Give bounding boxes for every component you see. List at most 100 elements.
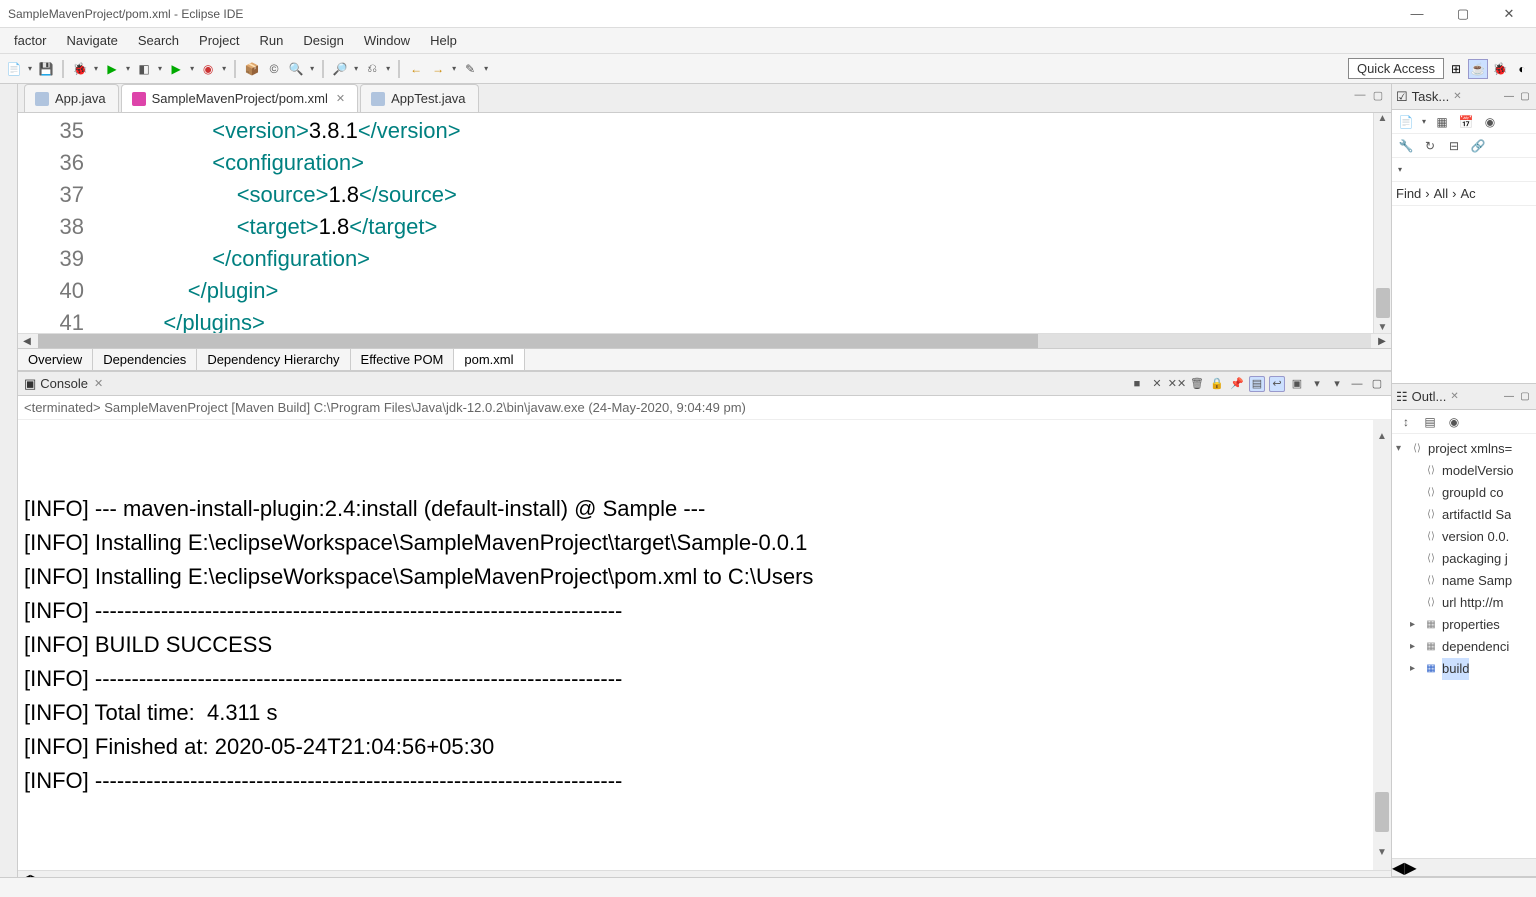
- new-console-icon[interactable]: ▾: [1329, 376, 1345, 392]
- tree-row[interactable]: ⟨⟩url http://m: [1396, 592, 1532, 614]
- minimize-view-icon[interactable]: —: [1502, 90, 1516, 104]
- minimize-button[interactable]: —: [1394, 0, 1440, 28]
- last-edit-icon[interactable]: ✎: [460, 59, 480, 79]
- new-task-icon[interactable]: 📄: [1396, 112, 1416, 132]
- scroll-left-arrow[interactable]: ◀: [1392, 858, 1404, 878]
- editor-horizontal-scrollbar[interactable]: ◀ ▶: [18, 333, 1391, 348]
- scroll-left-arrow[interactable]: ◀: [18, 870, 30, 878]
- menu-refactor[interactable]: factor: [4, 30, 57, 51]
- save-icon[interactable]: 💾: [36, 59, 56, 79]
- scroll-thumb[interactable]: [1375, 792, 1389, 832]
- toggle-icon[interactable]: ⎌: [362, 59, 382, 79]
- scroll-up-arrow[interactable]: ▲: [1377, 420, 1387, 454]
- search-icon[interactable]: 🔎: [330, 59, 350, 79]
- maximize-view-icon[interactable]: ▢: [1369, 376, 1385, 392]
- tree-row-project[interactable]: ▾⟨⟩project xmlns=: [1396, 438, 1532, 460]
- tree-row[interactable]: ⟨⟩groupId co: [1396, 482, 1532, 504]
- tab-pom-xml[interactable]: SampleMavenProject/pom.xml ✕: [121, 84, 359, 112]
- debug-perspective-icon[interactable]: 🐞: [1490, 59, 1510, 79]
- run-last-icon[interactable]: ▶: [166, 59, 186, 79]
- dropdown-arrow[interactable]: ▾: [124, 64, 132, 73]
- display-selected-icon[interactable]: ▾: [1309, 376, 1325, 392]
- maximize-view-icon[interactable]: ▢: [1518, 90, 1532, 104]
- menu-design[interactable]: Design: [293, 30, 353, 51]
- tab-apptest-java[interactable]: AppTest.java: [360, 84, 478, 112]
- open-type-icon[interactable]: 🔍: [286, 59, 306, 79]
- dropdown-arrow[interactable]: ▾: [308, 64, 316, 73]
- find-filter[interactable]: Find: [1396, 186, 1421, 201]
- link-icon[interactable]: 🔗: [1468, 136, 1488, 156]
- all-filter[interactable]: All: [1434, 186, 1448, 201]
- code-body[interactable]: <version>3.8.1</version> <configuration>…: [90, 113, 1373, 333]
- remove-launch-icon[interactable]: ✕: [1149, 376, 1165, 392]
- menu-navigate[interactable]: Navigate: [57, 30, 128, 51]
- scroll-up-arrow[interactable]: ▲: [1378, 113, 1388, 124]
- dropdown-arrow[interactable]: ▾: [384, 64, 392, 73]
- console-output[interactable]: [INFO] --- maven-install-plugin:2.4:inst…: [18, 420, 1391, 870]
- open-console-icon[interactable]: ▣: [1289, 376, 1305, 392]
- dropdown-arrow[interactable]: ▾: [26, 64, 34, 73]
- menu-help[interactable]: Help: [420, 30, 467, 51]
- dropdown-arrow[interactable]: ▾: [450, 64, 458, 73]
- java-perspective-icon[interactable]: ☕: [1468, 59, 1488, 79]
- focus-icon[interactable]: ◉: [1444, 412, 1464, 432]
- sort-icon[interactable]: ↕: [1396, 412, 1416, 432]
- remove-all-icon[interactable]: ✕✕: [1169, 376, 1185, 392]
- sub-tab-pom-xml[interactable]: pom.xml: [454, 349, 524, 370]
- minimize-view-icon[interactable]: —: [1349, 376, 1365, 392]
- console-tab[interactable]: ▣ Console ✕: [24, 376, 103, 392]
- outline-horizontal-scrollbar[interactable]: ◀ ▶: [1392, 858, 1536, 876]
- schedule-icon[interactable]: 📅: [1456, 112, 1476, 132]
- sync-icon[interactable]: ↻: [1420, 136, 1440, 156]
- dropdown-arrow[interactable]: ▾: [220, 64, 228, 73]
- scroll-thumb[interactable]: [1376, 288, 1390, 318]
- open-perspective-icon[interactable]: ⊞: [1446, 59, 1466, 79]
- coverage-icon[interactable]: ◧: [134, 59, 154, 79]
- focus-icon[interactable]: ◉: [1480, 112, 1500, 132]
- categorize-icon[interactable]: ▦: [1432, 112, 1452, 132]
- scroll-down-arrow[interactable]: ▼: [1377, 836, 1387, 870]
- panel-close-icon[interactable]: ✕: [1453, 91, 1461, 102]
- forward-icon[interactable]: →: [428, 59, 448, 79]
- other-perspective-icon[interactable]: ◐: [1512, 59, 1532, 79]
- code-editor[interactable]: 35363738394041 <version>3.8.1</version> …: [18, 113, 1391, 333]
- menu-project[interactable]: Project: [189, 30, 249, 51]
- scroll-right-arrow[interactable]: ▶: [30, 870, 42, 878]
- task-list-body[interactable]: [1392, 206, 1536, 383]
- tree-row[interactable]: ⟨⟩modelVersio: [1396, 460, 1532, 482]
- tree-row-properties[interactable]: ▸▦properties: [1396, 614, 1532, 636]
- tab-close-icon[interactable]: ✕: [336, 92, 345, 105]
- quick-access[interactable]: Quick Access: [1348, 58, 1444, 79]
- clear-console-icon[interactable]: 🗑: [1189, 376, 1205, 392]
- dropdown-arrow[interactable]: ▾: [188, 64, 196, 73]
- dropdown-arrow[interactable]: ▾: [156, 64, 164, 73]
- new-icon[interactable]: 📄: [4, 59, 24, 79]
- scroll-lock-icon[interactable]: 🔒: [1209, 376, 1225, 392]
- sub-tab-dep-hierarchy[interactable]: Dependency Hierarchy: [197, 349, 350, 370]
- scroll-left-arrow[interactable]: ◀: [18, 336, 36, 347]
- console-vertical-scrollbar[interactable]: ▲ ▼: [1373, 420, 1391, 870]
- external-icon[interactable]: ◉: [198, 59, 218, 79]
- console-close-icon[interactable]: ✕: [94, 377, 103, 390]
- left-view-strip[interactable]: [0, 84, 18, 877]
- tree-row[interactable]: ⟨⟩packaging j: [1396, 548, 1532, 570]
- tree-row[interactable]: ⟨⟩name Samp: [1396, 570, 1532, 592]
- close-button[interactable]: ✕: [1486, 0, 1532, 28]
- dropdown-arrow[interactable]: ▾: [1420, 117, 1428, 126]
- panel-close-icon[interactable]: ✕: [1450, 391, 1458, 402]
- filter-icon[interactable]: ▤: [1420, 412, 1440, 432]
- show-console-icon[interactable]: ▤: [1249, 376, 1265, 392]
- sub-tab-effective-pom[interactable]: Effective POM: [351, 349, 455, 370]
- outline-tree[interactable]: ▾⟨⟩project xmlns= ⟨⟩modelVersio ⟨⟩groupI…: [1392, 434, 1536, 858]
- new-class-icon[interactable]: ©: [264, 59, 284, 79]
- maximize-view-icon[interactable]: ▢: [1371, 88, 1385, 102]
- dropdown-arrow[interactable]: ▾: [482, 64, 490, 73]
- minimize-view-icon[interactable]: —: [1353, 88, 1367, 102]
- tree-row[interactable]: ⟨⟩version 0.0.: [1396, 526, 1532, 548]
- new-package-icon[interactable]: 📦: [242, 59, 262, 79]
- editor-vertical-scrollbar[interactable]: ▲ ▼: [1373, 113, 1391, 333]
- collapse-icon[interactable]: ⊟: [1444, 136, 1464, 156]
- minimize-view-icon[interactable]: —: [1502, 390, 1516, 404]
- scroll-thumb[interactable]: [38, 334, 1038, 348]
- menu-window[interactable]: Window: [354, 30, 420, 51]
